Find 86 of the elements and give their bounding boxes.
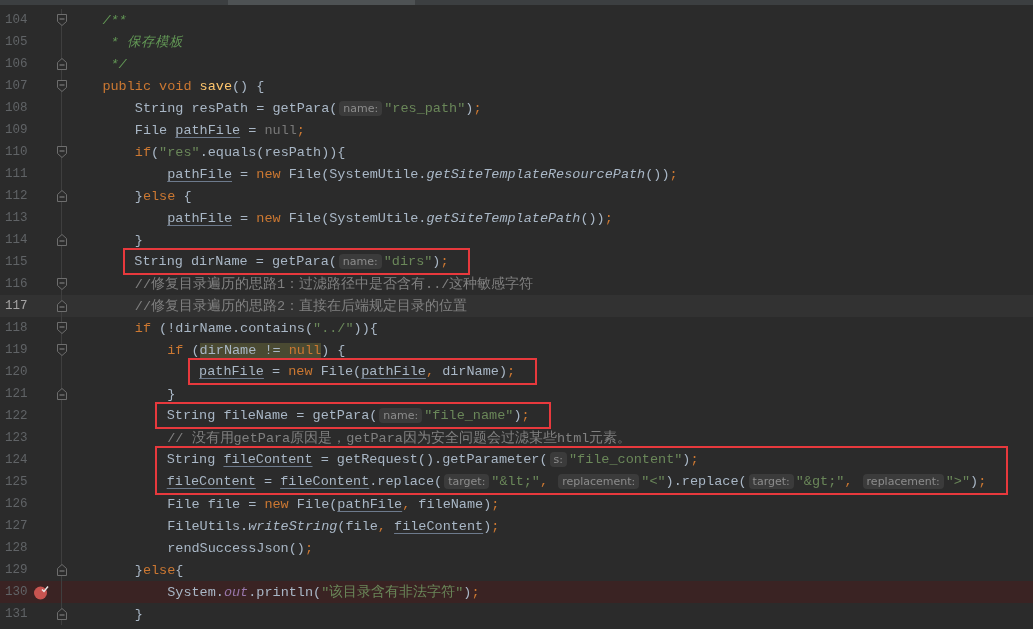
line-number: 115 — [4, 255, 29, 269]
line-number: 125 — [4, 475, 29, 489]
code-text: //修复目录遍历的思路1：过滤路径中是否含有../这种敏感字符 — [134, 275, 534, 293]
line-number: 129 — [4, 563, 29, 577]
line-number: 114 — [4, 233, 29, 247]
code-text: }else{ — [134, 562, 184, 578]
code-text: } — [134, 606, 143, 622]
inlay-hint: target: — [444, 474, 490, 489]
line-number: 109 — [4, 123, 29, 137]
line-number: 121 — [4, 387, 29, 401]
code-text: public void save() { — [102, 78, 265, 94]
line-number: 119 — [4, 343, 29, 357]
code-text: String resPath = getPara( — [134, 100, 338, 116]
line-number: 122 — [4, 409, 29, 423]
line-number: 131 — [4, 607, 29, 621]
code-text: if (dirName != null) { — [167, 342, 346, 358]
code-text: "<").replace( — [641, 474, 747, 489]
fold-icon[interactable] — [55, 79, 68, 93]
fold-icon[interactable] — [55, 233, 68, 247]
code-text: pathFile = new File(SystemUtile.getSiteTemplatePath()); — [167, 210, 613, 226]
fold-icon[interactable] — [55, 563, 68, 577]
line-number: 110 — [4, 145, 29, 159]
code-text: pathFile = new File(SystemUtile.getSiteTemplateResourcePath()); — [167, 166, 678, 182]
line-number: 104 — [4, 13, 29, 27]
inlay-hint: target: — [748, 474, 794, 489]
line-number: 107 — [4, 79, 29, 93]
code-text: ">"); — [945, 474, 987, 489]
line-number: 106 — [4, 57, 29, 71]
code-text: // 没有用getPara原因是，getPara因为安全问题会过滤某些html元素。 — [167, 429, 632, 447]
code-text: */ — [109, 56, 127, 72]
code-text: FileUtils.writeString(file, fileContent); — [167, 518, 500, 534]
line-number: 108 — [4, 101, 29, 115]
line-number: 130 — [4, 585, 29, 599]
fold-icon[interactable] — [55, 277, 68, 291]
inlay-hint: name: — [339, 100, 383, 116]
line-number: 126 — [4, 497, 29, 511]
code-text: String fileContent = getRequest().getParameter( — [166, 452, 548, 467]
code-text: if (!dirName.contains("../")){ — [134, 320, 378, 336]
line-number: 117 — [4, 299, 29, 313]
line-number: 127 — [4, 519, 29, 533]
fold-icon[interactable] — [55, 607, 68, 621]
line-number: 111 — [4, 167, 29, 181]
code-text: "dirs"); — [383, 254, 449, 269]
code-text: "file_name"); — [424, 408, 530, 423]
code-text: } — [167, 386, 176, 402]
inlay-hint: replacement: — [862, 474, 944, 489]
line-number: 112 — [4, 189, 29, 203]
fold-icon[interactable] — [55, 189, 68, 203]
code-text: if("res".equals(resPath)){ — [134, 144, 346, 160]
fold-icon[interactable] — [55, 57, 68, 71]
code-text: String fileName = getPara( — [166, 408, 378, 423]
code-text: "file_content"); — [568, 452, 699, 467]
line-number: 120 — [4, 365, 29, 379]
line-number: 124 — [4, 453, 29, 467]
code-text: "&gt;", — [795, 474, 854, 489]
line-number: 118 — [4, 321, 29, 335]
line-number: 105 — [4, 35, 29, 49]
line-number: 128 — [4, 541, 29, 555]
inlay-hint: replacement: — [558, 474, 640, 489]
code-text: File file = new File(pathFile, fileName); — [167, 496, 500, 512]
code-text: "res_path"); — [384, 100, 482, 116]
fold-icon[interactable] — [55, 387, 68, 401]
code-text: System.out.println("该目录含有非法字符"); — [167, 583, 480, 601]
inlay-hint: name: — [379, 408, 423, 423]
code-text: pathFile = new File(pathFile, dirName); — [199, 364, 516, 379]
code-text: String dirName = getPara( — [134, 254, 337, 269]
fold-icon[interactable] — [55, 145, 68, 159]
code-text: /** — [102, 12, 127, 28]
fold-icon[interactable] — [55, 343, 68, 357]
code-text: } — [134, 232, 143, 248]
fold-icon[interactable] — [55, 299, 68, 313]
inlay-hint: s: — [549, 452, 567, 467]
code-text: "&lt;", — [491, 474, 550, 489]
line-number: 113 — [4, 211, 29, 225]
line-number: 123 — [4, 431, 29, 445]
line-number: 116 — [4, 277, 29, 291]
fold-icon[interactable] — [55, 13, 68, 27]
fold-icon[interactable] — [55, 321, 68, 335]
code-text: File pathFile = null; — [134, 122, 305, 138]
code-text: * 保存模板 — [109, 34, 183, 51]
code-text: rendSuccessJson(); — [167, 540, 314, 556]
breakpoint-icon[interactable] — [33, 584, 49, 600]
code-text: }else { — [134, 188, 192, 204]
inlay-hint: name: — [338, 254, 382, 269]
code-text: //修复目录遍历的思路2：直接在后端规定目录的位置 — [134, 297, 468, 315]
code-text: fileContent = fileContent.replace( — [166, 474, 443, 489]
